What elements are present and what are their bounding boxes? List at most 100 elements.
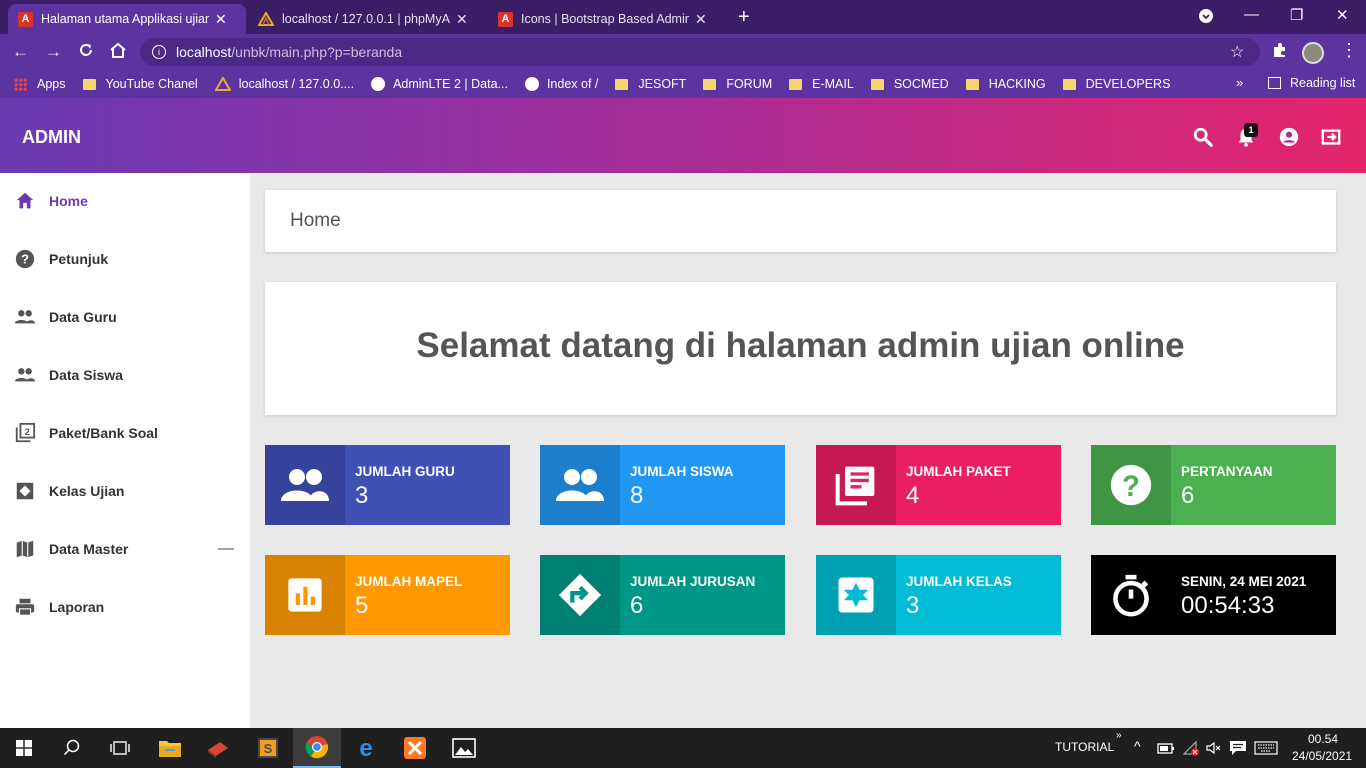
globe-icon <box>524 77 539 91</box>
browser-tab-2[interactable]: localhost / 127.0.0.1 | phpMyAdmin ✕ <box>248 4 486 34</box>
forward-button[interactable]: → <box>45 42 62 62</box>
browser-tab-bar: A Halaman utama Applikasi ujian online ✕… <box>0 0 1366 34</box>
task-view-button[interactable] <box>96 728 144 768</box>
sidebar-item-label: Petunjuk <box>49 251 109 267</box>
url-input[interactable]: i localhost/unbk/main.php?p=beranda <box>140 38 1260 66</box>
taskbar-file-explorer[interactable] <box>146 728 194 768</box>
bookmark-jesoft[interactable]: JESOFT <box>615 77 686 91</box>
infobox-jumlah-siswa[interactable]: JUMLAH SISWA 8 <box>540 445 785 525</box>
sidebar-item-label: Data Master <box>49 541 129 557</box>
app-header: ADMIN <box>0 98 1366 173</box>
taskbar-sublime-text[interactable]: S <box>244 728 292 768</box>
bookmark-apps[interactable]: Apps <box>14 77 66 91</box>
tray-chevron-up-icon[interactable]: ^ <box>1134 738 1141 754</box>
sidebar-item-kelas-ujian[interactable]: Kelas Ujian <box>0 471 250 511</box>
sidebar-item-home[interactable]: Home <box>0 181 250 221</box>
bookmark-developers[interactable]: DEVELOPERS <box>1062 77 1171 91</box>
app-brand[interactable]: ADMIN <box>22 127 81 148</box>
infobox-value: 6 <box>630 592 644 619</box>
logout-icon[interactable] <box>1320 126 1342 148</box>
windows-start-button[interactable] <box>0 728 48 768</box>
bookmark-hacking[interactable]: HACKING <box>965 77 1046 91</box>
directions-icon <box>540 555 620 635</box>
filter-2-icon: 2 <box>15 422 36 443</box>
minimize-button[interactable]: — <box>1244 6 1259 23</box>
browser-tab-3[interactable]: A Icons | Bootstrap Based Admin Template… <box>488 4 726 34</box>
volume-muted-icon[interactable] <box>1206 741 1222 755</box>
home-button[interactable] <box>109 42 127 63</box>
folder-icon <box>789 78 803 90</box>
browser-menu-icon[interactable]: ⋮ <box>1340 40 1358 61</box>
phpmyadmin-icon <box>258 12 274 26</box>
sidebar-item-data-master[interactable]: Data Master — <box>0 529 250 569</box>
bookmarks-more-button[interactable]: » <box>1236 75 1243 90</box>
bookmark-label: DEVELOPERS <box>1085 77 1171 91</box>
reading-list-button[interactable]: Reading list <box>1268 76 1355 90</box>
bookmark-socmed[interactable]: SOCMED <box>870 77 949 91</box>
bookmark-localhost[interactable]: localhost / 127.0.0.... <box>214 77 355 91</box>
breadcrumb: Home <box>265 190 1336 252</box>
bookmark-youtube[interactable]: YouTube Chanel <box>82 77 198 91</box>
sidebar-item-label: Kelas Ujian <box>49 483 125 499</box>
breadcrumb-home[interactable]: Home <box>290 210 341 232</box>
chat-icon[interactable] <box>1229 740 1247 756</box>
profile-avatar[interactable] <box>1302 42 1324 64</box>
bookmark-star-icon[interactable]: ☆ <box>1230 42 1244 62</box>
info-icon[interactable]: i <box>152 45 166 59</box>
tray-label[interactable]: TUTORIAL <box>1055 740 1114 754</box>
keyboard-icon[interactable] <box>1254 741 1278 755</box>
taskbar-app-books[interactable] <box>194 728 242 768</box>
close-icon[interactable]: ✕ <box>456 11 468 28</box>
bookmark-forum[interactable]: FORUM <box>703 77 772 91</box>
account-circle-icon[interactable] <box>1278 126 1300 148</box>
sidebar-item-paket-bank-soal[interactable]: 2 Paket/Bank Soal <box>0 413 250 453</box>
taskbar-date[interactable]: 24/05/2021 <box>1292 749 1352 763</box>
sidebar-item-data-siswa[interactable]: Data Siswa <box>0 355 250 395</box>
infobox-jumlah-jurusan[interactable]: JUMLAH JURUSAN 6 <box>540 555 785 635</box>
browser-tab-1[interactable]: A Halaman utama Applikasi ujian online ✕ <box>8 4 246 34</box>
sidebar-item-laporan[interactable]: Laporan <box>0 587 250 627</box>
network-icon[interactable] <box>1182 740 1200 756</box>
sidebar-item-data-guru[interactable]: Data Guru <box>0 297 250 337</box>
svg-text:?: ? <box>21 252 29 267</box>
reload-button[interactable] <box>78 42 94 63</box>
infobox-value: 8 <box>630 482 644 509</box>
infobox-jumlah-guru[interactable]: JUMLAH GURU 3 <box>265 445 510 525</box>
sidebar-item-petunjuk[interactable]: ? Petunjuk <box>0 239 250 279</box>
battery-icon[interactable] <box>1157 741 1175 755</box>
url-host: localhost <box>176 44 232 60</box>
bookmark-index[interactable]: Index of / <box>524 77 598 91</box>
taskbar-photos[interactable] <box>440 728 488 768</box>
library-books-icon <box>816 445 896 525</box>
map-icon <box>16 540 34 558</box>
close-icon[interactable]: ✕ <box>215 11 227 28</box>
collapse-icon[interactable]: — <box>218 540 234 558</box>
close-icon[interactable]: ✕ <box>695 11 707 28</box>
taskbar-chrome[interactable] <box>293 728 341 768</box>
extensions-icon[interactable] <box>1272 42 1288 63</box>
bookmark-adminlte[interactable]: AdminLTE 2 | Data... <box>371 77 508 91</box>
infobox-jumlah-paket[interactable]: JUMLAH PAKET 4 <box>816 445 1061 525</box>
taskbar-edge[interactable]: e <box>342 728 390 768</box>
infobox-label: JUMLAH SISWA <box>630 464 734 479</box>
apps-grid-icon <box>14 77 27 91</box>
new-tab-button[interactable]: + <box>738 6 750 29</box>
taskbar-search-button[interactable] <box>48 728 96 768</box>
globe-icon <box>371 77 386 91</box>
infobox-pertanyaan[interactable]: ? PERTANYAAN 6 <box>1091 445 1336 525</box>
folder-icon <box>965 78 979 90</box>
search-icon[interactable] <box>1192 126 1214 148</box>
taskbar-time[interactable]: 00.54 <box>1308 732 1338 746</box>
close-window-button[interactable]: ✕ <box>1336 6 1349 24</box>
taskbar-xampp[interactable] <box>391 728 439 768</box>
infobox-jumlah-mapel[interactable]: JUMLAH MAPEL 5 <box>265 555 510 635</box>
tab-search-icon[interactable] <box>1198 8 1214 28</box>
back-button[interactable]: ← <box>12 42 29 62</box>
restore-button[interactable]: ❐ <box>1290 6 1303 24</box>
infobox-jumlah-kelas[interactable]: JUMLAH KELAS 3 <box>816 555 1061 635</box>
tray-expand-icon[interactable]: » <box>1116 730 1122 741</box>
bookmark-label: localhost / 127.0.0.... <box>238 77 355 91</box>
bookmark-email[interactable]: E-MAIL <box>789 77 854 91</box>
people-icon <box>265 445 345 525</box>
infobox-label: JUMLAH PAKET <box>906 464 1011 479</box>
